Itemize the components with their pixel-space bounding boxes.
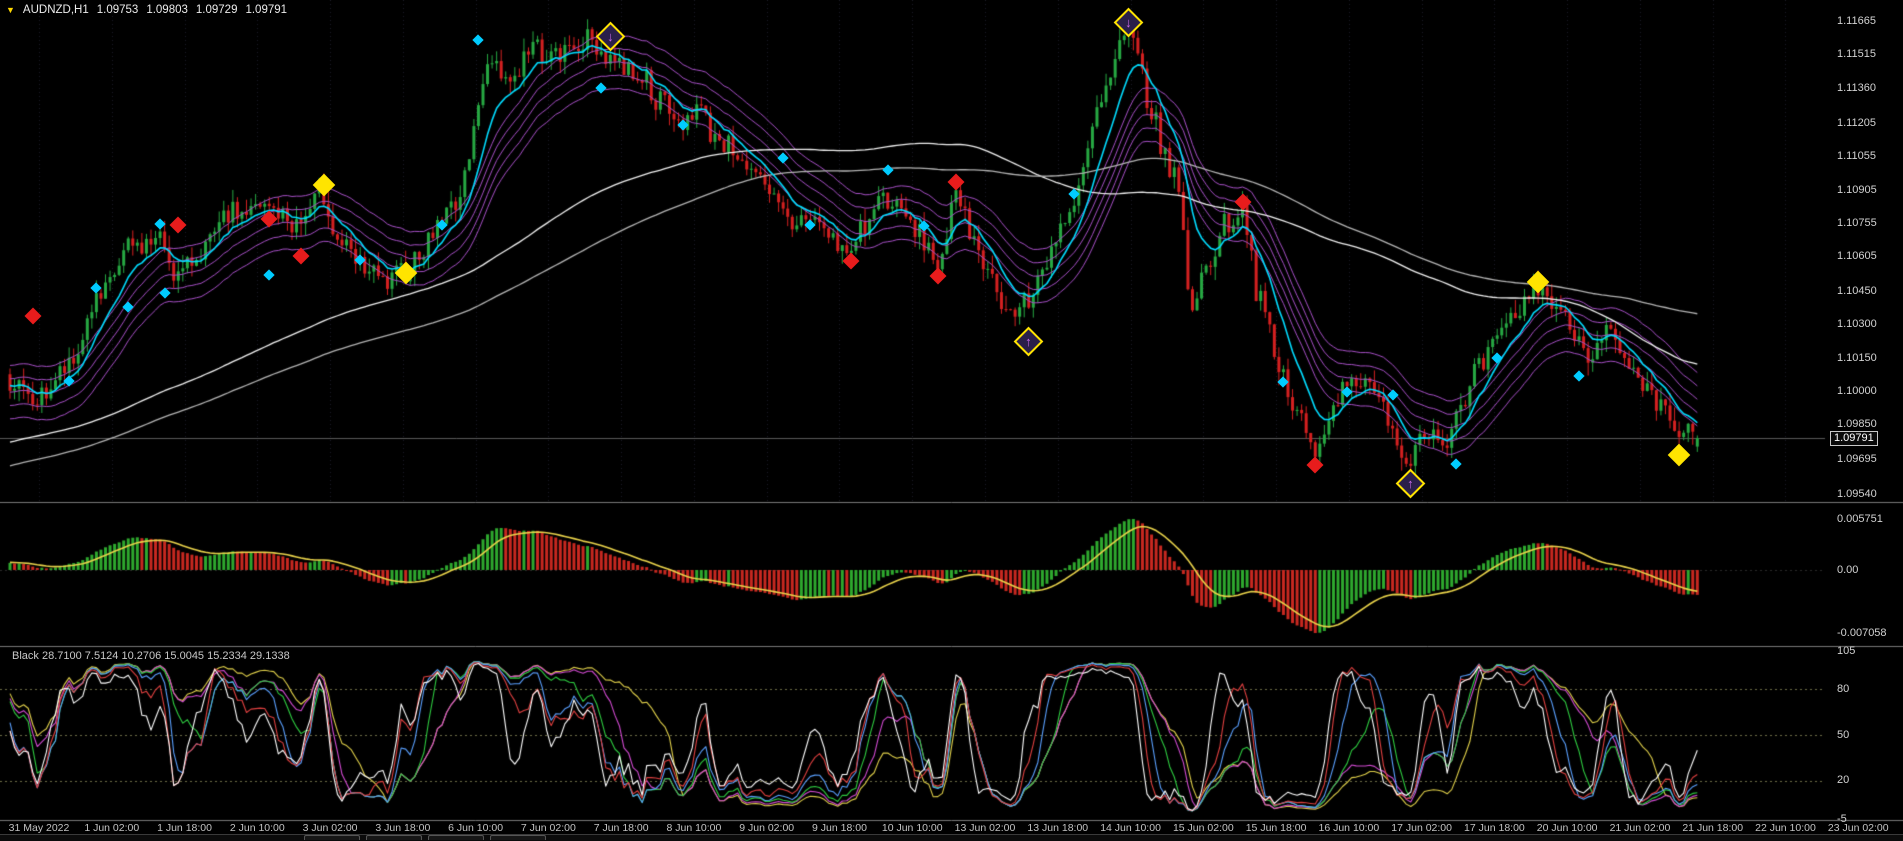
chart-tab[interactable] bbox=[428, 835, 484, 840]
stochastic-indicator-label: Black 28.7100 7.5124 10.2706 15.0045 15.… bbox=[12, 650, 290, 662]
chart-tab[interactable] bbox=[366, 835, 422, 840]
current-price-tag: 1.09791 bbox=[1830, 431, 1878, 447]
chart-canvas[interactable] bbox=[0, 0, 1903, 841]
close-value: 1.09791 bbox=[245, 4, 288, 16]
low-value: 1.09729 bbox=[195, 4, 238, 16]
chart-tab[interactable] bbox=[490, 835, 546, 840]
window-bottom-bar bbox=[0, 834, 1903, 841]
symbol-dropdown-icon[interactable]: ▼ bbox=[6, 5, 15, 15]
chart-tab[interactable] bbox=[304, 835, 360, 840]
current-price-value: 1.09791 bbox=[1834, 432, 1874, 445]
high-value: 1.09803 bbox=[146, 4, 188, 16]
open-value: 1.09753 bbox=[96, 4, 139, 16]
symbol-timeframe-label: AUDNZD,H1 bbox=[22, 4, 89, 16]
chart-ohlc-header: ▼ AUDNZD,H1 1.09753 1.09803 1.09729 1.09… bbox=[6, 4, 287, 16]
